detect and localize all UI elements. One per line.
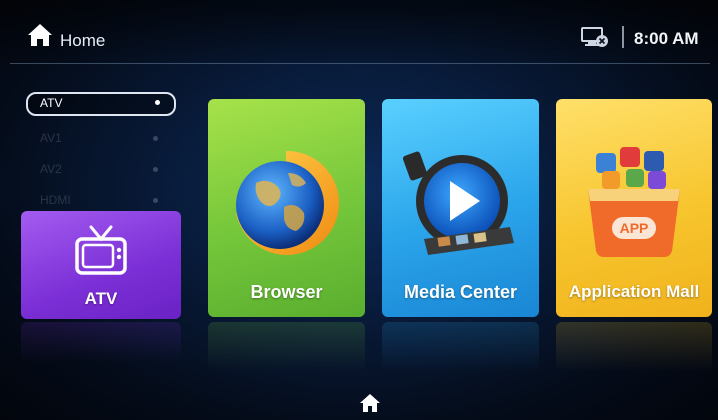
- tile-reflection: [556, 322, 712, 372]
- source-item-label: AV1: [40, 131, 62, 145]
- tile-label: Media Center: [403, 282, 518, 302]
- top-bar: Home 8:00 AM: [0, 0, 718, 64]
- header-divider: [622, 26, 624, 48]
- home-icon[interactable]: [26, 22, 54, 48]
- tile-reflection: [382, 322, 539, 372]
- globe-icon: [236, 150, 340, 255]
- home-screen: Home 8:00 AM ATV AV1 AV2 HDMI ATV Browse…: [0, 0, 718, 420]
- tile-atv[interactable]: ATV: [21, 211, 181, 319]
- input-source-list: ATV AV1 AV2 HDMI: [26, 92, 176, 220]
- tile-reflection: [21, 322, 181, 362]
- selected-dot: [155, 100, 160, 105]
- network-disconnected-icon: [581, 27, 608, 47]
- home-icon[interactable]: [359, 393, 381, 413]
- clock: 8:00 AM: [634, 29, 699, 48]
- source-dot: [153, 136, 158, 141]
- tile-browser[interactable]: Browser: [208, 99, 365, 317]
- source-item-label: ATV: [40, 96, 63, 110]
- page-title: Home: [60, 31, 106, 50]
- source-item-av2[interactable]: AV2: [26, 158, 176, 189]
- source-item-atv[interactable]: ATV: [26, 92, 176, 116]
- play-icon: [402, 151, 514, 255]
- app-bag-text: APP: [620, 220, 649, 236]
- tile-media-center[interactable]: Media Center: [382, 99, 539, 317]
- source-item-label: HDMI: [40, 193, 71, 207]
- source-dot: [153, 167, 158, 172]
- tile-label: Browser: [250, 282, 323, 302]
- tile-label: ATV: [84, 289, 118, 308]
- app-bag-icon: APP: [588, 147, 680, 257]
- source-dot: [153, 198, 158, 203]
- source-item-label: AV2: [40, 162, 62, 176]
- source-item-av1[interactable]: AV1: [26, 127, 176, 158]
- tile-reflection: [208, 322, 365, 372]
- tv-icon: [75, 225, 127, 275]
- tile-application-mall[interactable]: APP Application Mall: [556, 99, 712, 317]
- header-rule: [10, 63, 710, 64]
- tile-label: Application Mall: [568, 282, 700, 301]
